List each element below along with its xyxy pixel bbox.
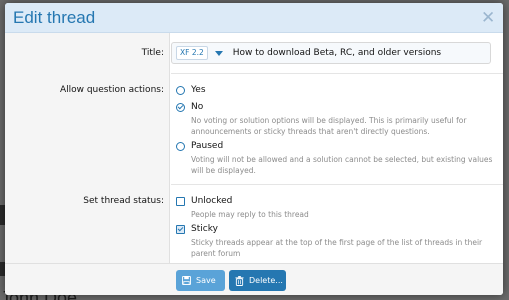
question-option-hint: No voting or solution options will be di…	[191, 116, 467, 136]
trash-icon	[235, 275, 244, 286]
save-button-label: Save	[196, 276, 216, 285]
dialog-body: Title: XF 2.2 How to download Beta, RC, …	[5, 33, 503, 263]
prefix-badge: XF 2.2	[176, 46, 208, 60]
dialog-title: Edit thread	[13, 7, 96, 27]
status-option-label: Sticky	[191, 224, 218, 234]
radio-yes[interactable]	[176, 85, 185, 95]
question-option-label: Yes	[191, 85, 206, 95]
question-option-hint: Voting will not be allowed and a solutio…	[191, 155, 493, 175]
title-input-value: How to download Beta, RC, and older vers…	[232, 48, 442, 58]
checkbox-unlocked[interactable]	[176, 196, 185, 206]
question-option-label: No	[191, 102, 204, 112]
thread-status-label: Set thread status:	[83, 196, 164, 206]
checkbox-sticky[interactable]	[176, 224, 185, 234]
radio-no[interactable]	[176, 102, 185, 112]
title-label: Title:	[141, 48, 164, 58]
status-option-hint: Sticky threads appear at the top of the …	[191, 238, 483, 258]
status-option-unlocked[interactable]: Unlocked	[176, 196, 232, 206]
status-option-sticky[interactable]: Sticky	[176, 224, 218, 234]
dialog-footer: Save Delete...	[5, 263, 503, 295]
label-column	[5, 33, 170, 263]
delete-button-label: Delete...	[249, 276, 283, 285]
question-actions-label: Allow question actions:	[59, 85, 164, 95]
separator	[171, 184, 503, 185]
question-option-yes[interactable]: Yes	[176, 85, 206, 95]
prefix-dropdown-icon[interactable]	[214, 50, 223, 56]
question-option-paused[interactable]: Paused	[176, 141, 223, 151]
status-option-hint: People may reply to this thread	[191, 210, 309, 219]
save-icon	[182, 276, 191, 285]
question-option-no[interactable]: No	[176, 102, 203, 112]
edit-thread-dialog: Edit thread ✕ Title: XF 2.2 How to downl…	[5, 3, 503, 295]
question-option-label: Paused	[191, 141, 224, 151]
close-icon[interactable]: ✕	[481, 8, 495, 28]
status-option-label: Unlocked	[191, 196, 233, 206]
title-input[interactable]: XF 2.2 How to download Beta, RC, and old…	[171, 42, 491, 64]
save-button[interactable]: Save	[176, 270, 225, 291]
separator	[171, 73, 503, 74]
radio-paused[interactable]	[176, 141, 185, 151]
delete-button[interactable]: Delete...	[229, 270, 286, 291]
dialog-header: Edit thread ✕	[5, 3, 503, 33]
